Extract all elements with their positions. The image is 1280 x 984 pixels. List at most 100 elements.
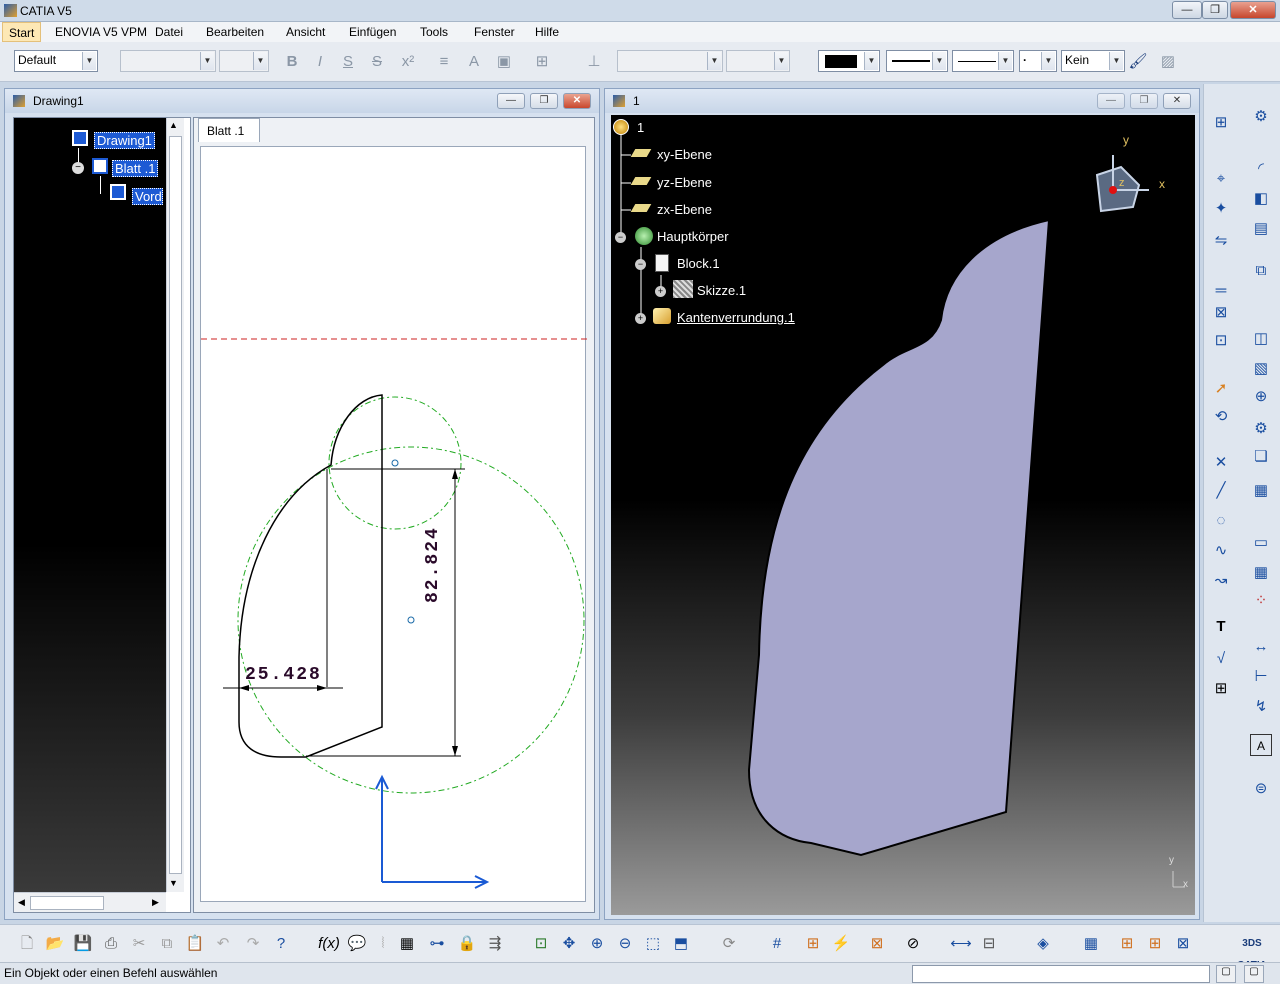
tolerance-icon[interactable]: ↯ xyxy=(1250,696,1272,718)
tree-zx-plane[interactable]: zx-Ebene xyxy=(657,202,712,217)
point-type-combo[interactable]: · ▼ xyxy=(1019,50,1057,72)
auxiliary-view-icon[interactable]: ⊡ xyxy=(1210,330,1232,352)
scroll-left-icon[interactable]: ◀ xyxy=(18,897,25,908)
italic-icon[interactable]: I xyxy=(310,52,330,72)
underline-icon[interactable]: S xyxy=(338,52,358,72)
status-option-icon[interactable]: ▢ xyxy=(1244,965,1264,983)
text-anchor-icon[interactable]: A xyxy=(464,52,484,72)
menu-datei[interactable]: Datei xyxy=(149,22,189,42)
menu-einfuegen[interactable]: Einfügen xyxy=(343,22,402,42)
strikethrough-icon[interactable]: S xyxy=(367,52,387,72)
part-minimize-button[interactable]: — xyxy=(1097,93,1125,109)
menu-start[interactable]: Start xyxy=(2,22,42,42)
paint-brush-icon[interactable]: 🖌 xyxy=(1128,52,1148,72)
circle-icon[interactable]: ◌ xyxy=(1210,510,1232,532)
pan-icon[interactable]: ✥ xyxy=(558,933,580,955)
tree-expand-icon[interactable]: + xyxy=(635,313,646,324)
tree-part-root[interactable]: 1 xyxy=(637,120,644,135)
zoom-area-icon[interactable]: ⬚ xyxy=(642,933,664,955)
style-combo[interactable]: Default ▼ xyxy=(14,50,98,72)
zoom-in-icon[interactable]: ⊕ xyxy=(586,933,608,955)
tree-collapse-icon[interactable]: − xyxy=(72,162,84,174)
font-size-combo[interactable]: ▼ xyxy=(219,50,269,72)
select-icon[interactable]: ➚ xyxy=(1210,378,1232,400)
menu-bearbeiten[interactable]: Bearbeiten xyxy=(200,22,270,42)
lock-icon[interactable]: 🔒 xyxy=(456,933,478,955)
pattern-combo[interactable]: Kein ▼ xyxy=(1061,50,1125,72)
print-icon[interactable]: ⎙ xyxy=(100,933,122,955)
chain-dimension-icon[interactable]: ⊢ xyxy=(1250,666,1272,688)
3d-viewport[interactable]: 1 xy-Ebene yz-Ebene zx-Ebene − Hauptkörp… xyxy=(611,115,1195,915)
maximize-button[interactable]: ❐ xyxy=(1202,1,1228,19)
tree-horizontal-scrollbar[interactable]: ◀ ▶ xyxy=(14,892,166,912)
link-icon[interactable]: ⦚ xyxy=(372,933,394,955)
frame-icon[interactable]: ▣ xyxy=(494,52,514,72)
parameter-icon[interactable]: ⇶ xyxy=(484,933,506,955)
cleanup-icon[interactable]: ⊞ xyxy=(1144,933,1166,955)
scroll-thumb[interactable] xyxy=(169,136,182,874)
detail-icon[interactable]: ▤ xyxy=(1250,218,1272,240)
copy-view-icon[interactable]: ❏ xyxy=(1250,446,1272,468)
update-icon[interactable]: ⊜ xyxy=(1250,778,1272,800)
normal-view-icon[interactable]: ⬒ xyxy=(670,933,692,955)
menu-tools[interactable]: Tools xyxy=(414,22,454,42)
section-icon[interactable]: ◧ xyxy=(1250,188,1272,210)
dimension-icon[interactable]: ↔ xyxy=(1250,636,1272,658)
tree-drawing1[interactable]: Drawing1 xyxy=(94,132,155,149)
command-input[interactable] xyxy=(912,965,1210,983)
arc-icon[interactable]: ◜ xyxy=(1250,158,1272,180)
tree-vertical-scrollbar[interactable]: ▲ ▼ xyxy=(166,118,184,892)
anchor-point-icon[interactable]: ⊥ xyxy=(584,52,604,72)
points-icon[interactable]: ⁘ xyxy=(1250,590,1272,612)
filter-icon[interactable]: ⊘ xyxy=(902,933,924,955)
color-combo[interactable]: ▼ xyxy=(818,50,880,72)
zoom-out-icon[interactable]: ⊖ xyxy=(614,933,636,955)
tree-kantenverrundung1[interactable]: Kantenverrundung.1 xyxy=(677,310,795,325)
fit-all-icon[interactable]: ⊡ xyxy=(530,933,552,955)
undo-icon[interactable]: ↶ xyxy=(212,933,234,955)
menu-fenster[interactable]: Fenster xyxy=(468,22,521,42)
dimension-tolerance-combo[interactable]: ▼ xyxy=(617,50,723,72)
menu-hilfe[interactable]: Hilfe xyxy=(529,22,565,42)
refresh-icon[interactable]: ⟳ xyxy=(718,933,740,955)
tree-expand-icon[interactable]: + xyxy=(655,286,666,297)
scroll-up-icon[interactable]: ▲ xyxy=(169,120,178,130)
rectangle-icon[interactable]: ▭ xyxy=(1250,532,1272,554)
line-color-icon[interactable]: ═ xyxy=(1210,280,1232,302)
open-icon[interactable]: 📂 xyxy=(44,933,66,955)
offset-icon[interactable]: ⇋ xyxy=(1210,230,1232,252)
close-button[interactable]: ✕ xyxy=(1230,1,1276,19)
line-thickness-combo[interactable]: ▼ xyxy=(886,50,948,72)
menu-enovia[interactable]: ENOVIA V5 VPM xyxy=(49,22,153,42)
check-icon[interactable]: ⊠ xyxy=(1172,933,1194,955)
part-close-button[interactable]: ✕ xyxy=(1163,93,1191,109)
view-wizard-icon[interactable]: ⊠ xyxy=(1210,302,1232,324)
text-icon[interactable]: T xyxy=(1210,616,1232,638)
grid-toggle-icon[interactable]: # xyxy=(766,933,788,955)
precision-combo[interactable]: ▼ xyxy=(726,50,790,72)
tree-structure-icon[interactable]: ⊶ xyxy=(426,933,448,955)
help-icon[interactable]: ? xyxy=(270,933,292,955)
curve-icon[interactable]: ↝ xyxy=(1210,570,1232,592)
projection-icon[interactable]: ✦ xyxy=(1210,198,1232,220)
tree-vord[interactable]: Vord xyxy=(132,188,163,205)
drawing-restore-button[interactable]: ❐ xyxy=(530,93,558,109)
gear-view-icon[interactable]: ⚙ xyxy=(1250,418,1272,440)
line-icon[interactable]: ╱ xyxy=(1210,480,1232,502)
status-toggle-icon[interactable]: ▢ xyxy=(1216,965,1236,983)
bold-icon[interactable]: B xyxy=(282,52,302,72)
drawing-minimize-button[interactable]: — xyxy=(497,93,525,109)
align-icon[interactable]: ≡ xyxy=(434,52,454,72)
insert-symbol-icon[interactable]: ⊞ xyxy=(532,52,552,72)
tools-icon[interactable]: ⊞ xyxy=(1116,933,1138,955)
comment-icon[interactable]: 💬 xyxy=(346,933,368,955)
broken-view-icon[interactable]: ⊕ xyxy=(1250,386,1272,408)
font-combo[interactable]: ▼ xyxy=(120,50,216,72)
drawing-close-button[interactable]: ✕ xyxy=(563,93,591,109)
tree-block1[interactable]: Block.1 xyxy=(677,256,720,271)
image-icon[interactable]: ▦ xyxy=(1250,480,1272,502)
tree-blatt1[interactable]: Blatt .1 xyxy=(112,160,159,177)
clipping-icon[interactable]: ◫ xyxy=(1250,328,1272,350)
grid-icon[interactable]: ▦ xyxy=(1250,562,1272,584)
paste-icon[interactable]: 📋 xyxy=(184,933,206,955)
